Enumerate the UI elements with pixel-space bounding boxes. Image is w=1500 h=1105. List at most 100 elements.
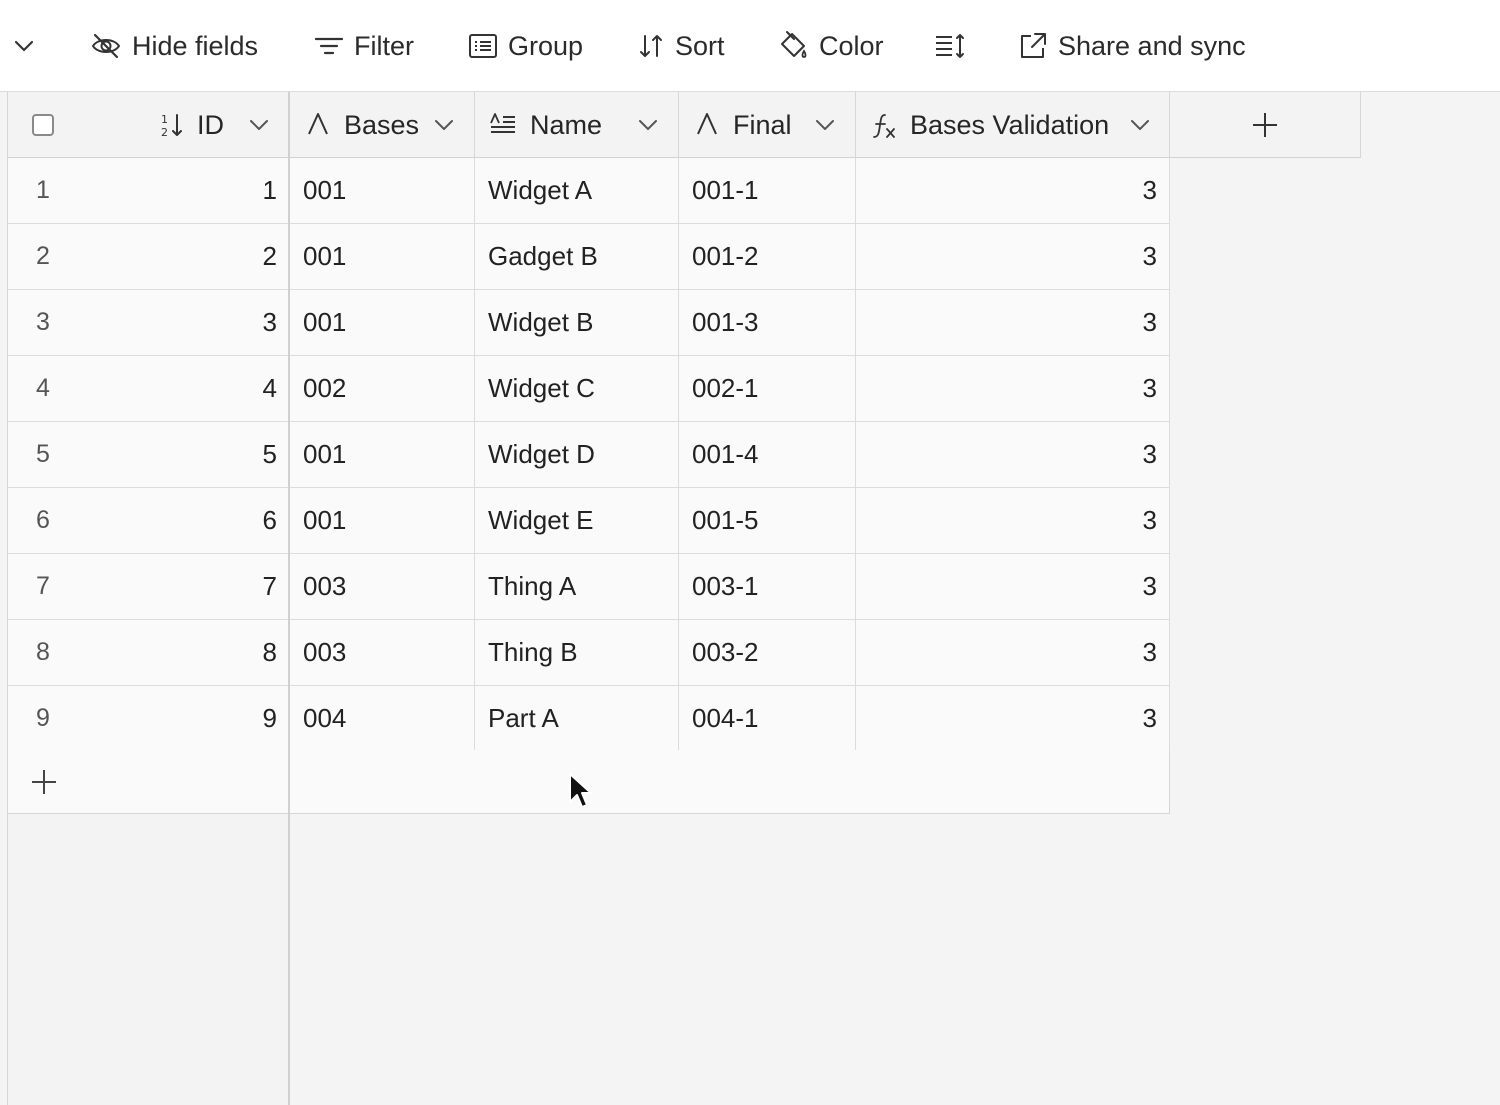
column-label-bases: Bases [344,110,420,140]
cell-bases-validation[interactable]: 3 [856,686,1170,751]
cell-bases[interactable]: 001 [290,290,475,355]
cell-bases[interactable]: 001 [290,488,475,553]
chevron-down-icon[interactable] [248,114,270,136]
chevron-down-icon[interactable] [814,114,836,136]
color-label: Color [819,30,884,61]
grid-header-row: 1 2 ID Bases Name Final Bases Validation [8,92,1170,158]
cell-name[interactable]: Part A [475,686,679,751]
cell-final[interactable]: 004-1 [679,686,856,751]
cell-name[interactable]: Widget D [475,422,679,487]
cell-final[interactable]: 001-4 [679,422,856,487]
cell-final[interactable]: 001-1 [679,158,856,223]
table-row[interactable]: 8 8 003 Thing B 003-2 3 [8,620,1170,686]
eye-slash-icon [91,33,121,59]
row-number: 7 [36,572,50,600]
app-window: Hide fields Filter Group Sort Color Shar… [0,0,1500,1105]
cell-bases-validation[interactable]: 3 [856,554,1170,619]
share-and-sync-button[interactable]: Share and sync [1018,24,1246,68]
color-button[interactable]: Color [777,24,884,68]
cell-id[interactable]: 8 [96,620,290,685]
cell-final[interactable]: 002-1 [679,356,856,421]
chevron-down-icon[interactable] [1129,114,1151,136]
column-header-name[interactable]: Name [475,92,679,157]
plus-icon[interactable] [30,768,58,796]
svg-text:2: 2 [161,126,168,139]
cell-name[interactable]: Widget A [475,158,679,223]
cell-bases-validation[interactable]: 3 [856,356,1170,421]
table-row[interactable]: 5 5 001 Widget D 001-4 3 [8,422,1170,488]
table-row[interactable]: 6 6 001 Widget E 001-5 3 [8,488,1170,554]
group-button[interactable]: Group [468,24,583,68]
select-all-checkbox[interactable] [32,114,54,136]
cell-bases[interactable]: 001 [290,422,475,487]
cell-bases-validation[interactable]: 3 [856,488,1170,553]
table-row[interactable]: 9 9 004 Part A 004-1 3 [8,686,1170,752]
cell-bases[interactable]: 001 [290,224,475,289]
chevron-down-icon[interactable] [637,114,659,136]
column-header-bases-validation[interactable]: Bases Validation [856,92,1170,157]
cell-name[interactable]: Widget E [475,488,679,553]
row-height-icon [936,34,964,58]
hide-fields-label: Hide fields [132,30,259,61]
cell-final[interactable]: 003-2 [679,620,856,685]
cell-bases[interactable]: 001 [290,158,475,223]
chevron-down-icon[interactable] [433,114,455,136]
cell-bases[interactable]: 002 [290,356,475,421]
column-header-bases[interactable]: Bases [290,92,475,157]
frozen-pane-background [8,814,288,1105]
filter-icon [314,37,344,55]
table-row[interactable]: 3 3 001 Widget B 001-3 3 [8,290,1170,356]
cell-id[interactable]: 3 [96,290,290,355]
cell-final[interactable]: 003-1 [679,554,856,619]
cell-final[interactable]: 001-3 [679,290,856,355]
cell-id[interactable]: 2 [96,224,290,289]
cell-bases-validation[interactable]: 3 [856,224,1170,289]
group-label: Group [508,30,584,61]
share-external-icon [1021,33,1046,58]
cell-id[interactable]: 6 [96,488,290,553]
sort-button[interactable]: Sort [637,24,725,68]
cell-final[interactable]: 001-5 [679,488,856,553]
cell-bases[interactable]: 003 [290,554,475,619]
cell-name[interactable]: Thing B [475,620,679,685]
row-number: 3 [36,308,50,336]
single-line-text-icon [308,113,328,135]
cell-bases-validation[interactable]: 3 [856,290,1170,355]
sort-label: Sort [675,30,725,61]
column-header-final[interactable]: Final [679,92,856,157]
cell-bases-validation[interactable]: 3 [856,620,1170,685]
sort-icon [640,35,662,57]
svg-text:1: 1 [161,113,168,126]
cell-id[interactable]: 1 [96,158,290,223]
column-label-id: ID [197,110,224,140]
cell-bases-validation[interactable]: 3 [856,422,1170,487]
table-row[interactable]: 1 1 001 Widget A 001-1 3 [8,158,1170,224]
table-row[interactable]: 4 4 002 Widget C 002-1 3 [8,356,1170,422]
cell-name[interactable]: Widget C [475,356,679,421]
cell-id[interactable]: 9 [96,686,290,751]
column-header-id[interactable]: 1 2 ID [8,92,289,157]
cell-bases[interactable]: 004 [290,686,475,751]
cell-name[interactable]: Widget B [475,290,679,355]
single-line-text-icon [697,113,717,135]
hide-fields-button[interactable]: Hide fields [90,24,258,68]
table-row[interactable]: 7 7 003 Thing A 003-1 3 [8,554,1170,620]
cell-bases[interactable]: 003 [290,620,475,685]
cell-final[interactable]: 001-2 [679,224,856,289]
cell-id[interactable]: 4 [96,356,290,421]
cell-bases-validation[interactable]: 3 [856,158,1170,223]
cell-id[interactable]: 5 [96,422,290,487]
row-number: 1 [36,176,50,204]
mouse-pointer-icon [569,773,592,808]
cell-id[interactable]: 7 [96,554,290,619]
filter-button[interactable]: Filter [314,24,414,68]
cell-name[interactable]: Thing A [475,554,679,619]
row-number: 9 [36,704,50,732]
chevron-down-icon[interactable] [12,34,36,58]
row-height-button[interactable] [934,24,966,68]
cell-name[interactable]: Gadget B [475,224,679,289]
add-field-button[interactable] [1170,92,1361,158]
row-number: 5 [36,440,50,468]
table-row[interactable]: 2 2 001 Gadget B 001-2 3 [8,224,1170,290]
row-number: 8 [36,638,50,666]
